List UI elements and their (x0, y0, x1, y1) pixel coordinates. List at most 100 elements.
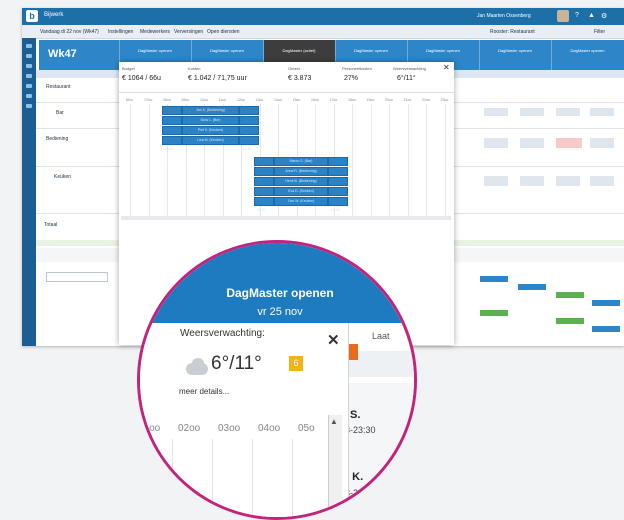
shift-end-time[interactable]: 14:30 (239, 136, 259, 151)
hour-label: 11oo (218, 98, 227, 102)
shift-cell[interactable] (520, 108, 544, 116)
row-label: Keuken (54, 174, 71, 180)
stat-value: € 1.042 / 71,75 uur (188, 75, 247, 82)
menu-item-employees[interactable]: Medewerkers (140, 29, 170, 35)
shift-employee: Henk B. (Bediening) (285, 179, 317, 183)
stat-label: Weersverwachting (393, 66, 426, 71)
cloud-icon (186, 363, 208, 375)
lens-hour-label: 03oo (218, 423, 241, 434)
shift-bar[interactable]: Marco S. (Bar) (274, 157, 328, 166)
filter-select[interactable]: Filter (594, 29, 605, 35)
grid-line (352, 104, 353, 216)
grid-line (407, 104, 409, 216)
close-icon[interactable]: ✕ (443, 63, 450, 72)
shift-cell[interactable] (520, 138, 544, 148)
overview-dropdown[interactable] (46, 272, 108, 282)
day-header-label: DagMaster (actief) (282, 48, 316, 53)
shift-cell[interactable] (484, 176, 508, 186)
shift-end-text: 14:30 (242, 147, 251, 151)
shift-end-time[interactable]: 23:30 (328, 177, 348, 192)
hour-label: 20oo (385, 98, 393, 102)
shift-cell[interactable] (484, 138, 508, 148)
stat-value: 27% (344, 75, 359, 82)
shift-end-time[interactable]: 14:30 (239, 106, 259, 121)
shift-cell[interactable] (520, 176, 544, 186)
app-logo[interactable]: b (26, 10, 38, 22)
shift-cell[interactable] (590, 176, 614, 186)
home-icon[interactable] (26, 44, 32, 48)
shift-cell[interactable] (556, 108, 580, 116)
lens-employee-time: 3-23:30 (345, 488, 376, 498)
close-icon[interactable]: ✕ (327, 331, 340, 349)
avatar[interactable] (557, 10, 569, 22)
shift-end-time[interactable]: 14:30 (239, 126, 259, 141)
day-header-label: DagMaster openen (209, 48, 245, 53)
shift-start-time[interactable]: 09:00 (162, 106, 182, 121)
hour-label: 21oo (403, 98, 412, 102)
shift-employee: Piet V. (Keuken) (197, 128, 224, 132)
timeline-bar (592, 300, 620, 306)
hour-label: 13oo (255, 98, 264, 102)
left-rail (22, 38, 36, 346)
money-icon[interactable] (26, 94, 32, 98)
shift-cell-warning[interactable] (556, 138, 582, 148)
shift-start-time[interactable]: 17:00 (254, 187, 274, 202)
shift-bar[interactable]: Lisa M. (Keuken) (182, 136, 239, 145)
timeline-bar (480, 310, 508, 316)
users-icon[interactable] (26, 64, 32, 68)
shift-bar[interactable]: Anna R. (Bediening) (274, 167, 328, 176)
shift-start-time[interactable]: 17:00 (254, 167, 274, 182)
shift-start-time[interactable]: 09:00 (162, 136, 182, 151)
settings-icon[interactable]: ⚙ (601, 12, 607, 20)
user-name[interactable]: Jan Maarten Ossenberg (477, 13, 531, 19)
menu-item-today[interactable]: Vandaag di 22 nov (Wk47) (40, 29, 99, 35)
shift-start-time[interactable]: 09:00 (162, 116, 182, 131)
shift-cell[interactable] (590, 138, 614, 148)
vertical-scrollbar[interactable] (328, 415, 342, 517)
day-header-label: DagMaster openen (353, 48, 389, 53)
shift-bar[interactable]: Sara L. (Bar) (182, 116, 239, 125)
roster-select[interactable]: Rooster: Restaurant (490, 29, 535, 35)
menu-item-refresh[interactable]: Verversingen (174, 29, 203, 35)
shift-start-time[interactable]: 17:00 (254, 177, 274, 192)
shift-start-time[interactable]: 17:00 (254, 197, 274, 212)
help-icon[interactable]: ? (575, 12, 579, 19)
menu-item-open-shifts[interactable]: Open diensten (207, 29, 240, 35)
shift-end-time[interactable]: 14:30 (239, 116, 259, 131)
stat-label: Kosten (188, 66, 201, 71)
timeline-bar (480, 276, 508, 282)
top-bar: b Bijwerk Jan Maarten Ossenberg ? ▲ ⚙ (22, 8, 624, 25)
shift-cell[interactable] (484, 108, 508, 116)
shift-bar[interactable]: Tom W. (Keuken) (274, 197, 328, 206)
shift-bar[interactable]: Jan K. (Bediening) (182, 106, 239, 115)
hour-label: 07oo (144, 98, 153, 102)
shift-cell[interactable] (590, 108, 614, 116)
shift-bar[interactable]: Piet V. (Keuken) (182, 126, 239, 135)
shift-start-time[interactable]: 17:00 (254, 157, 274, 172)
lens-day-title[interactable]: DagMaster openen (140, 286, 414, 300)
chart-icon[interactable] (26, 84, 32, 88)
shift-employee: Anna R. (Bediening) (285, 169, 317, 173)
day-header[interactable] (479, 40, 552, 70)
list-icon[interactable] (26, 104, 32, 108)
clock-icon[interactable] (26, 74, 32, 78)
horizontal-scrollbar[interactable] (121, 216, 451, 220)
shift-end-time[interactable]: 23:30 (328, 157, 348, 172)
shift-end-time[interactable]: 23:30 (328, 187, 348, 202)
shift-bar[interactable]: Eva D. (Keuken) (274, 187, 328, 196)
lens-day-date: vr 25 nov (257, 306, 303, 318)
day-header[interactable] (551, 40, 624, 70)
shift-bar[interactable]: Henk B. (Bediening) (274, 177, 328, 186)
shift-end-time[interactable]: 23:30 (328, 197, 348, 212)
shift-cell[interactable] (556, 176, 580, 186)
calendar-icon[interactable] (26, 54, 32, 58)
user-icon[interactable]: ▲ (588, 12, 595, 19)
menu-item-settings[interactable]: Instellingen (108, 29, 133, 35)
shift-end-time[interactable]: 23:30 (328, 167, 348, 182)
weather-details-link[interactable]: meer details... (179, 387, 229, 396)
shift-start-time[interactable]: 09:00 (162, 126, 182, 141)
lens-hour-label: 02oo (178, 423, 201, 434)
shift-employee: Marco S. (Bar) (289, 159, 313, 163)
week-label: Wk47 (48, 48, 77, 60)
scroll-up-icon[interactable]: ▲ (330, 417, 338, 426)
